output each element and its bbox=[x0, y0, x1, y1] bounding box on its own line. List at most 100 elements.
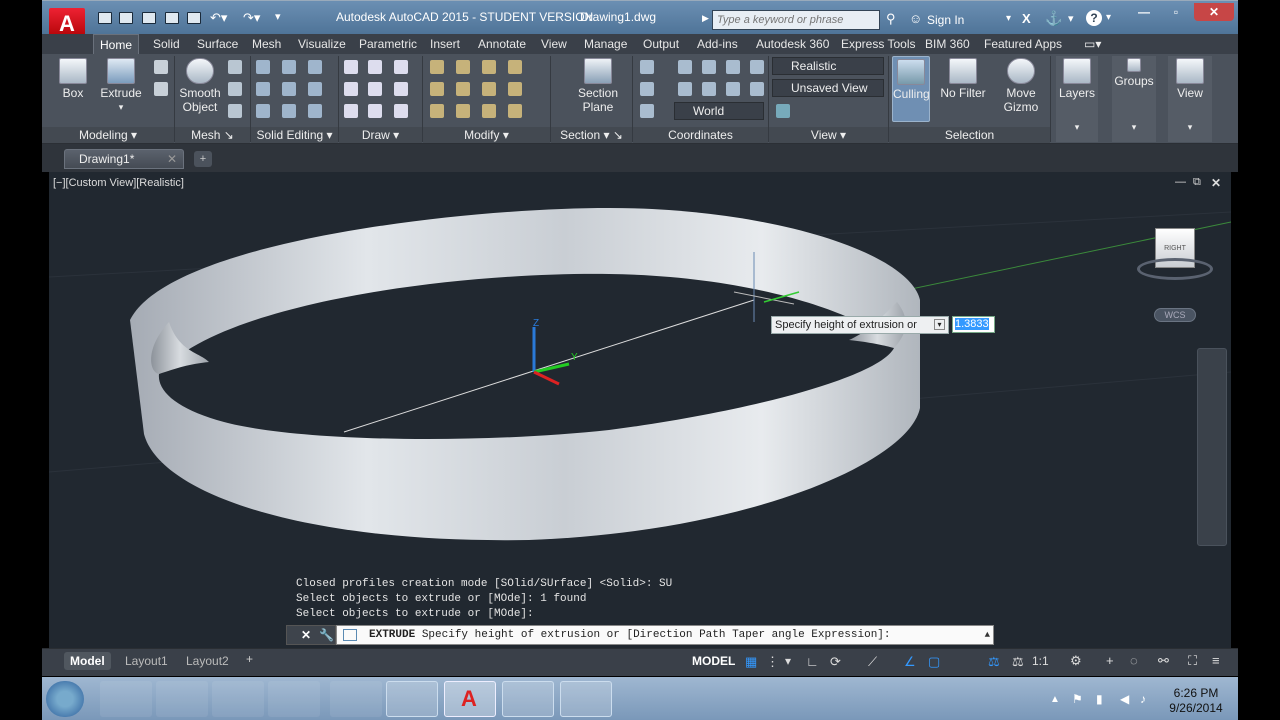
viewcube[interactable]: RIGHT bbox=[1135, 228, 1215, 284]
named-view-dropdown[interactable]: Unsaved View bbox=[772, 79, 884, 97]
tab-solid[interactable]: Solid bbox=[147, 34, 186, 54]
move-gizmo-button[interactable]: Move Gizmo bbox=[998, 58, 1044, 114]
open-icon[interactable] bbox=[119, 12, 133, 24]
redo-icon[interactable]: ↷▾ bbox=[243, 10, 260, 26]
polar-icon[interactable]: ⟳ bbox=[830, 654, 841, 670]
workspace-switch-icon[interactable]: ⚙ bbox=[1070, 653, 1082, 669]
ucs-zaxis-icon[interactable] bbox=[726, 82, 740, 96]
tray-flag-icon[interactable]: ⚑ bbox=[1072, 692, 1083, 706]
fillet-icon[interactable] bbox=[456, 82, 470, 96]
autoscale-icon[interactable]: ⚖ bbox=[1012, 654, 1024, 670]
mesh-crease-icon[interactable] bbox=[228, 104, 242, 118]
intersect-icon[interactable] bbox=[256, 104, 270, 118]
stretch-icon[interactable] bbox=[482, 60, 496, 74]
save-as-icon[interactable] bbox=[165, 12, 179, 24]
arc-icon[interactable] bbox=[368, 82, 382, 96]
union-icon[interactable] bbox=[256, 60, 270, 74]
polygon-icon[interactable] bbox=[344, 104, 358, 118]
sign-in-dropdown-icon[interactable]: ▾ bbox=[1006, 13, 1011, 24]
thicken-icon[interactable] bbox=[282, 104, 296, 118]
panel-coordinates[interactable]: Coordinates bbox=[633, 127, 768, 143]
offset-icon[interactable] bbox=[456, 104, 470, 118]
tray-volume-icon[interactable]: ◀ bbox=[1120, 692, 1129, 706]
ucs-named-icon[interactable] bbox=[750, 82, 764, 96]
clean-screen-icon[interactable]: ⛶ bbox=[1188, 653, 1197, 669]
ribbon-minimize-icon[interactable]: ▭▾ bbox=[1084, 37, 1101, 51]
new-tab-icon[interactable]: + bbox=[194, 151, 212, 167]
presspull-icon[interactable] bbox=[154, 82, 168, 96]
close-button[interactable]: ✕ bbox=[1194, 3, 1234, 21]
tab-autodesk-360[interactable]: Autodesk 360 bbox=[750, 34, 835, 54]
height-input[interactable]: 1.3833 bbox=[952, 316, 995, 333]
tab-home[interactable]: Home bbox=[93, 34, 140, 54]
ucs-dropdown[interactable]: World bbox=[674, 102, 764, 120]
ucs-object-icon[interactable] bbox=[678, 82, 692, 96]
model-space-toggle[interactable]: MODEL bbox=[692, 654, 735, 668]
start-button[interactable] bbox=[46, 681, 84, 717]
view-button[interactable]: View ▾ bbox=[1168, 56, 1212, 142]
minimize-button[interactable]: — bbox=[1128, 3, 1160, 21]
separate-icon[interactable] bbox=[308, 82, 322, 96]
box-button[interactable]: Box bbox=[54, 58, 92, 100]
taskbar-clock[interactable]: 6:26 PM 9/26/2014 bbox=[1160, 686, 1232, 716]
new-layout-icon[interactable]: + bbox=[246, 652, 262, 668]
annotation-scale[interactable]: 1:1 bbox=[1032, 654, 1049, 668]
new-icon[interactable] bbox=[98, 12, 112, 24]
tray-network-icon[interactable]: ▮ bbox=[1096, 692, 1103, 706]
mesh-refine-icon[interactable] bbox=[228, 82, 242, 96]
tab-featured-apps[interactable]: Featured Apps bbox=[978, 34, 1068, 54]
maximize-button[interactable]: ▫ bbox=[1160, 3, 1192, 21]
undo-icon[interactable]: ↶▾ bbox=[210, 10, 227, 26]
panel-view[interactable]: View ▾ bbox=[769, 127, 888, 143]
viewport-minimize-icon[interactable]: — bbox=[1175, 176, 1186, 188]
mirror-icon[interactable] bbox=[430, 104, 444, 118]
shell-icon[interactable] bbox=[308, 104, 322, 118]
help-icon[interactable]: ? bbox=[1086, 10, 1102, 26]
tab-mesh[interactable]: Mesh bbox=[246, 34, 287, 54]
layers-button[interactable]: Layers ▾ bbox=[1056, 56, 1098, 142]
show-hidden-icons-icon[interactable]: ▲ bbox=[1050, 694, 1060, 705]
panel-modeling[interactable]: Modeling ▾ bbox=[42, 127, 174, 143]
ortho-icon[interactable]: ∟ bbox=[806, 654, 819, 669]
tab-annotate[interactable]: Annotate bbox=[472, 34, 532, 54]
tab-layout1[interactable]: Layout1 bbox=[119, 652, 174, 670]
binoculars-icon[interactable]: ⚲ bbox=[886, 11, 896, 27]
tab-visualize[interactable]: Visualize bbox=[292, 34, 352, 54]
navigation-bar[interactable] bbox=[1197, 348, 1227, 546]
panel-modify[interactable]: Modify ▾ bbox=[423, 127, 550, 143]
ucs-view-icon[interactable] bbox=[640, 104, 654, 118]
erase-icon[interactable] bbox=[508, 82, 522, 96]
ucs-x-icon[interactable] bbox=[678, 60, 692, 74]
tab-insert[interactable]: Insert bbox=[424, 34, 466, 54]
close-tab-icon[interactable]: ✕ bbox=[167, 150, 177, 168]
customization-menu-icon[interactable]: ≡ bbox=[1212, 653, 1220, 668]
interfere-icon[interactable] bbox=[282, 82, 296, 96]
explode-icon[interactable] bbox=[508, 104, 522, 118]
object-snap-tracking-icon[interactable]: ∠ bbox=[904, 654, 916, 670]
close-command-line-icon[interactable]: ✕ bbox=[301, 628, 311, 642]
no-filter-button[interactable]: No Filter bbox=[938, 58, 988, 100]
ucs-origin-icon[interactable] bbox=[640, 82, 654, 96]
tab-add-ins[interactable]: Add-ins bbox=[691, 34, 744, 54]
move-icon[interactable] bbox=[430, 60, 444, 74]
polyline-icon[interactable] bbox=[344, 82, 358, 96]
rectangle-icon[interactable] bbox=[368, 104, 382, 118]
object-snap-icon[interactable]: ▢ bbox=[928, 654, 940, 670]
plot-icon[interactable] bbox=[187, 12, 201, 24]
tab-output[interactable]: Output bbox=[637, 34, 685, 54]
ucs-y-icon[interactable] bbox=[702, 60, 716, 74]
taskbar-app-autocad[interactable]: A bbox=[444, 681, 496, 717]
culling-button[interactable]: Culling bbox=[892, 56, 930, 122]
taskbar-app-ie[interactable] bbox=[156, 681, 208, 717]
viewport-close-icon[interactable]: ✕ bbox=[1211, 176, 1221, 190]
scale-icon[interactable] bbox=[508, 60, 522, 74]
recent-commands-icon[interactable] bbox=[343, 629, 357, 641]
tab-surface[interactable]: Surface bbox=[191, 34, 244, 54]
slice-icon[interactable] bbox=[282, 60, 296, 74]
circle-icon[interactable] bbox=[394, 60, 408, 74]
tab-parametric[interactable]: Parametric bbox=[353, 34, 423, 54]
snap-dropdown-icon[interactable]: ▾ bbox=[785, 654, 791, 668]
command-line[interactable]: EXTRUDE Specify height of extrusion or [… bbox=[336, 625, 994, 645]
hatch-icon[interactable] bbox=[394, 104, 408, 118]
smooth-object-button[interactable]: Smooth Object bbox=[178, 58, 222, 114]
